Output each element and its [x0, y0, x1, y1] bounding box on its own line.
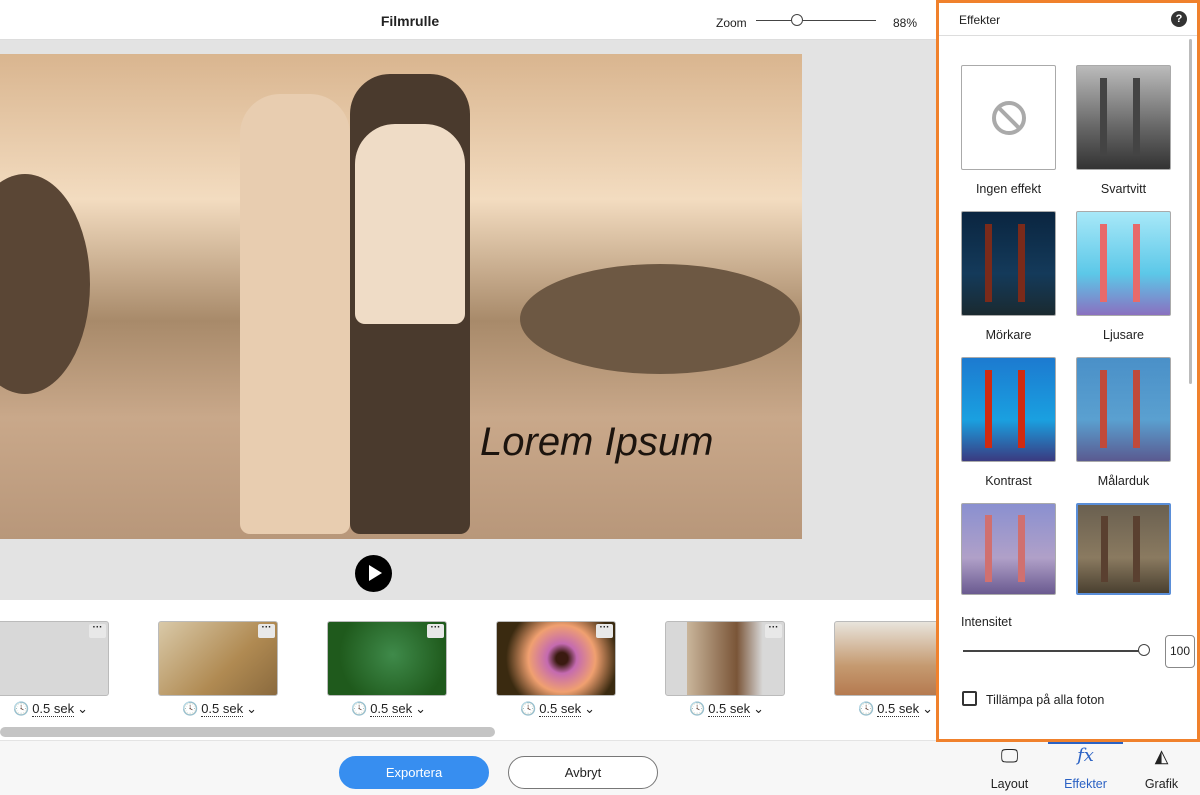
effect-label: Målarduk: [1097, 474, 1150, 488]
effect-svartvitt[interactable]: Svartvitt: [1076, 65, 1171, 196]
effect-label: Ingen effekt: [975, 182, 1042, 196]
effect-thumbnail[interactable]: [961, 503, 1056, 595]
effect-ljusare[interactable]: Ljusare: [1076, 211, 1171, 342]
panel-title: Effekter: [959, 13, 1001, 27]
clip-item[interactable]: ··· 🕓 0.5 sek ⌄: [665, 621, 785, 721]
clock-icon: 🕓: [520, 701, 537, 716]
clock-icon: 🕓: [182, 701, 199, 716]
tab-label: Effekter: [1064, 777, 1107, 791]
intensity-slider[interactable]: [963, 650, 1143, 652]
zoom-slider[interactable]: [756, 20, 876, 21]
preview-photo: [0, 54, 802, 539]
clip-item[interactable]: ··· 🕓 0.5 sek ⌄: [0, 621, 109, 721]
devices-icon: 🖵: [1000, 746, 1019, 766]
clip-item[interactable]: ··· 🕓 0.5 sek ⌄: [158, 621, 278, 721]
tab-effekter[interactable]: fx Effekter: [1048, 745, 1123, 791]
clock-icon: 🕓: [13, 701, 30, 716]
effect-none[interactable]: Ingen effekt: [961, 65, 1056, 196]
page-title: Filmrulle: [380, 13, 440, 29]
effect-label: Kontrast: [985, 474, 1032, 488]
chevron-down-icon[interactable]: ⌄: [77, 701, 88, 717]
zoom-value: 88%: [893, 16, 918, 30]
effect-thumbnail[interactable]: [1076, 211, 1171, 316]
effect-thumbnail[interactable]: [961, 357, 1056, 462]
tab-label: Grafik: [1144, 777, 1179, 791]
chevron-down-icon[interactable]: ⌄: [922, 701, 933, 717]
clip-duration[interactable]: 0.5 sek: [370, 701, 413, 717]
shapes-icon: ◭: [1154, 746, 1169, 766]
effect-thumbnail[interactable]: [961, 65, 1056, 170]
filmstrip-scrollbar[interactable]: [0, 727, 495, 737]
zoom-label: Zoom: [716, 16, 747, 30]
effect-item[interactable]: [961, 503, 1056, 595]
effect-malarduk[interactable]: Målarduk: [1076, 357, 1171, 488]
top-bar: Filmrulle Zoom 88%: [0, 0, 936, 40]
zoom-slider-handle[interactable]: [791, 14, 803, 26]
clip-item[interactable]: ··· 🕓 0.5 sek ⌄: [496, 621, 616, 721]
cancel-button[interactable]: Avbryt: [508, 756, 658, 789]
effects-panel: Effekter ? Ingen effekt Svartvitt Mörkar…: [936, 0, 1200, 742]
clock-icon: 🕓: [689, 701, 706, 716]
help-icon[interactable]: ?: [1171, 11, 1187, 27]
apply-all-label[interactable]: Tillämpa på alla foton: [986, 693, 1104, 707]
chevron-down-icon[interactable]: ⌄: [246, 701, 257, 717]
tab-label: Layout: [990, 777, 1029, 791]
active-tab-indicator: [1048, 742, 1123, 744]
filmstrip: ··· 🕓 0.5 sek ⌄ ··· 🕓 0.5 sek ⌄ ··· 🕓 0.5 sek…: [0, 600, 954, 740]
clip-duration[interactable]: 0.5 sek: [877, 701, 920, 717]
export-button[interactable]: Exportera: [339, 756, 489, 789]
preview-caption: Lorem Ipsum: [480, 420, 714, 464]
clip-duration[interactable]: 0.5 sek: [201, 701, 244, 717]
effect-morkare[interactable]: Mörkare: [961, 211, 1056, 342]
clock-icon: 🕓: [351, 701, 368, 716]
clock-icon: 🕓: [858, 701, 875, 716]
clip-item[interactable]: ··· 🕓 0.5 sek ⌄: [327, 621, 447, 721]
effect-thumbnail[interactable]: [961, 211, 1056, 316]
clip-duration[interactable]: 0.5 sek: [539, 701, 582, 717]
chevron-down-icon[interactable]: ⌄: [753, 701, 764, 717]
divider: [939, 35, 1197, 36]
effect-thumbnail[interactable]: [1076, 503, 1171, 595]
panel-scrollbar[interactable]: [1189, 39, 1192, 384]
fx-icon: fx: [1077, 745, 1094, 766]
no-effect-icon: [991, 100, 1026, 135]
more-icon[interactable]: ···: [596, 623, 613, 638]
tab-layout[interactable]: 🖵 Layout: [972, 745, 1047, 791]
effect-item-selected[interactable]: [1076, 503, 1171, 595]
intensity-input[interactable]: 100: [1165, 635, 1195, 668]
clip-duration[interactable]: 0.5 sek: [32, 701, 75, 717]
apply-all-checkbox[interactable]: [962, 691, 977, 706]
clip-duration[interactable]: 0.5 sek: [708, 701, 751, 717]
play-button[interactable]: [355, 555, 392, 592]
intensity-slider-handle[interactable]: [1138, 644, 1150, 656]
more-icon[interactable]: ···: [427, 623, 444, 638]
effect-thumbnail[interactable]: [1076, 65, 1171, 170]
chevron-down-icon[interactable]: ⌄: [415, 701, 426, 717]
effect-label: Mörkare: [985, 328, 1032, 342]
effect-label: Svartvitt: [1100, 182, 1147, 196]
more-icon[interactable]: ···: [89, 623, 106, 638]
intensity-label: Intensitet: [961, 615, 1012, 629]
effect-kontrast[interactable]: Kontrast: [961, 357, 1056, 488]
tab-grafik[interactable]: ◭ Grafik: [1124, 745, 1199, 791]
effect-thumbnail[interactable]: [1076, 357, 1171, 462]
effect-label: Ljusare: [1103, 328, 1144, 342]
more-icon[interactable]: ···: [258, 623, 275, 638]
chevron-down-icon[interactable]: ⌄: [584, 701, 595, 717]
more-icon[interactable]: ···: [765, 623, 782, 638]
